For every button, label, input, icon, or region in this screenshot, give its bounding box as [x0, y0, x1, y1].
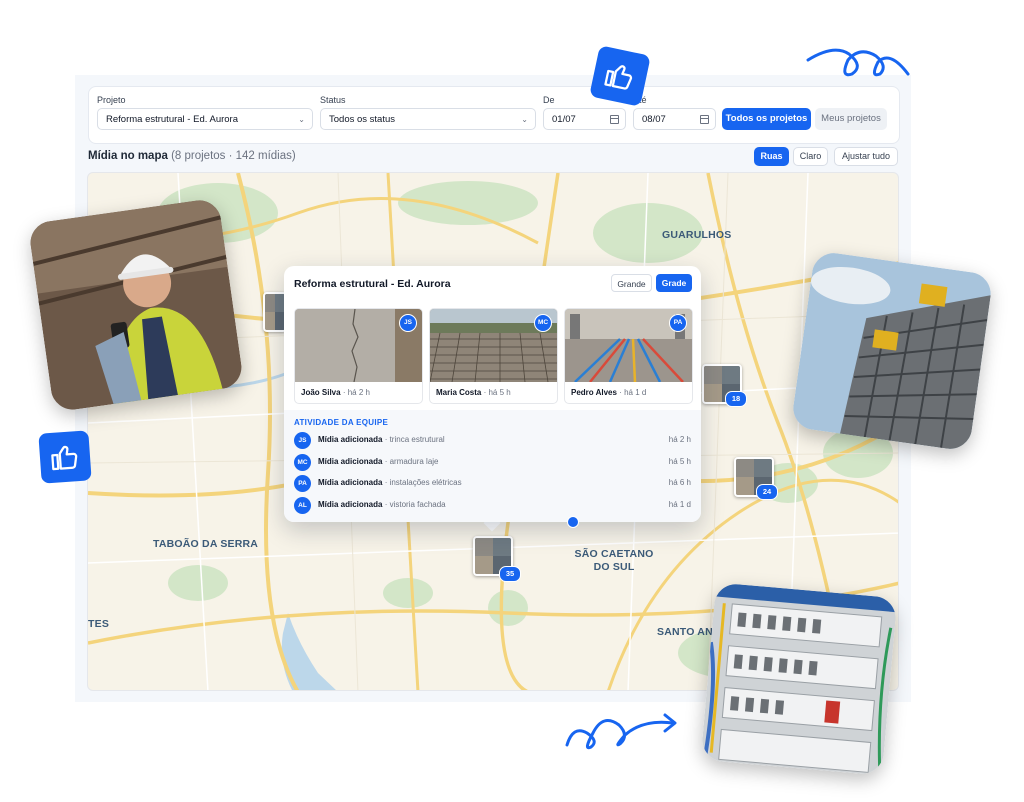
author-avatar: JS [399, 314, 417, 332]
cluster-count-badge: 35 [499, 566, 521, 582]
city-label-sao-caetano: SÃO CAETANO DO SUL [574, 548, 654, 573]
cluster-count-badge: 18 [725, 391, 747, 407]
popup-title: Reforma estrutural - Ed. Aurora [294, 278, 451, 290]
city-label-guarulhos: GUARULHOS [662, 229, 732, 241]
map-pin-marker[interactable] [567, 516, 579, 528]
map-section-title: Mídia no mapa (8 projetos · 142 mídias) [88, 150, 296, 162]
fit-all-button[interactable]: Ajustar tudo [834, 147, 898, 166]
map-title-text: Mídia no mapa [88, 150, 168, 162]
project-select[interactable]: Reforma estrutural - Ed. Aurora ⌄ [97, 108, 313, 130]
electrical-panel-photo [700, 582, 898, 776]
project-select-value: Reforma estrutural - Ed. Aurora [106, 114, 238, 125]
date-to-input[interactable]: 08/07 [633, 108, 716, 130]
date-to-value: 08/07 [642, 114, 666, 125]
activity-heading: ATIVIDADE DA EQUIPE [294, 418, 389, 427]
media-caption: João Silva · há 2 h [301, 388, 370, 397]
status-label: Status [320, 95, 346, 105]
thumbs-up-icon [38, 430, 92, 484]
streets-style-button[interactable]: Ruas [754, 147, 789, 166]
status-select[interactable]: Todos os status ⌄ [320, 108, 536, 130]
media-card[interactable]: JS João Silva · há 2 h [294, 308, 423, 404]
my-projects-button[interactable]: Meus projetos [815, 108, 887, 130]
activity-item[interactable]: JS Mídia adicionada · trinca estrutural … [294, 432, 691, 449]
building-photo [790, 250, 994, 452]
city-label-taboao: TABOÃO DA SERRA [153, 538, 259, 550]
activity-time: há 1 d [668, 500, 691, 509]
chevron-down-icon: ⌄ [298, 115, 305, 124]
date-from-value: 01/07 [552, 114, 576, 125]
activity-item[interactable]: PA Mídia adicionada · instalações elétri… [294, 475, 691, 492]
date-from-label: De [543, 95, 555, 105]
media-caption: Pedro Alves · há 1 d [571, 388, 647, 397]
construction-site-image [790, 250, 994, 452]
calendar-icon [610, 115, 619, 124]
team-activity-panel: ATIVIDADE DA EQUIPE JS Mídia adicionada … [284, 410, 701, 522]
arrow-squiggle-decoration [565, 713, 677, 750]
media-caption: Maria Costa · há 5 h [436, 388, 511, 397]
electrical-panel-image [700, 582, 898, 776]
all-projects-button[interactable]: Todos os projetos [722, 108, 811, 130]
avatar: JS [294, 432, 311, 449]
media-card[interactable]: MC Maria Costa · há 5 h [429, 308, 558, 404]
project-popup: Reforma estrutural - Ed. Aurora Grande G… [284, 266, 701, 522]
avatar: MC [294, 454, 311, 471]
avatar: PA [294, 475, 311, 492]
activity-item[interactable]: AL Mídia adicionada · vistoria fachada h… [294, 497, 691, 514]
chevron-down-icon: ⌄ [521, 115, 528, 124]
city-label-partial: TES [88, 618, 110, 630]
activity-time: há 6 h [668, 478, 691, 487]
activity-time: há 2 h [668, 435, 691, 444]
activity-time: há 5 h [668, 457, 691, 466]
engineer-image [27, 197, 245, 413]
calendar-icon [700, 115, 709, 124]
date-from-input[interactable]: 01/07 [543, 108, 626, 130]
activity-item[interactable]: MC Mídia adicionada · armadura laje há 5… [294, 454, 691, 471]
view-grid-toggle[interactable]: Grade [656, 274, 692, 292]
light-style-button[interactable]: Claro [793, 147, 828, 166]
squiggle-decoration [806, 48, 910, 77]
cluster-count-badge: 24 [756, 484, 778, 500]
author-avatar: PA [669, 314, 687, 332]
worker-photo [27, 197, 245, 413]
thumbs-up-icon [589, 45, 651, 107]
media-card[interactable]: PA Pedro Alves · há 1 d [564, 308, 693, 404]
view-large-toggle[interactable]: Grande [611, 274, 652, 292]
avatar: AL [294, 497, 311, 514]
project-label: Projeto [97, 95, 126, 105]
status-select-value: Todos os status [329, 114, 396, 125]
map-title-count: (8 projetos · 142 mídias) [171, 150, 296, 162]
author-avatar: MC [534, 314, 552, 332]
